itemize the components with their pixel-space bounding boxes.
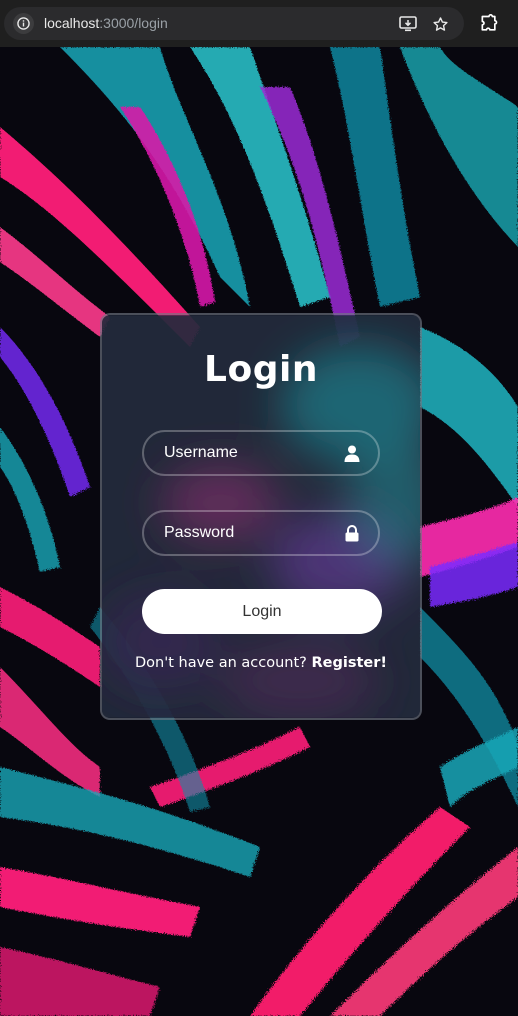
password-field[interactable] xyxy=(142,510,380,556)
password-input[interactable] xyxy=(144,512,378,554)
site-info-icon[interactable] xyxy=(13,13,34,34)
register-link[interactable]: Register! xyxy=(311,655,387,671)
register-prompt-text: Don't have an account? xyxy=(135,655,307,671)
extensions-icon[interactable] xyxy=(478,13,500,35)
username-input[interactable] xyxy=(144,432,378,474)
bookmark-star-icon[interactable] xyxy=(430,14,450,34)
register-prompt: Don't have an account? Register! xyxy=(102,655,420,671)
username-field[interactable] xyxy=(142,430,380,476)
lock-icon xyxy=(345,525,359,542)
url-host: localhost xyxy=(44,15,100,31)
url-path: :3000/login xyxy=(99,15,168,31)
browser-toolbar: localhost:3000/login xyxy=(0,0,518,47)
url-text[interactable]: localhost:3000/login xyxy=(44,15,168,31)
login-title: Login xyxy=(204,349,318,390)
address-bar[interactable]: localhost:3000/login xyxy=(4,7,464,40)
install-app-icon[interactable] xyxy=(398,14,418,34)
login-card: Login Login Don't have an account? Regis… xyxy=(100,313,422,720)
login-button[interactable]: Login xyxy=(142,589,382,634)
user-icon xyxy=(344,445,360,462)
